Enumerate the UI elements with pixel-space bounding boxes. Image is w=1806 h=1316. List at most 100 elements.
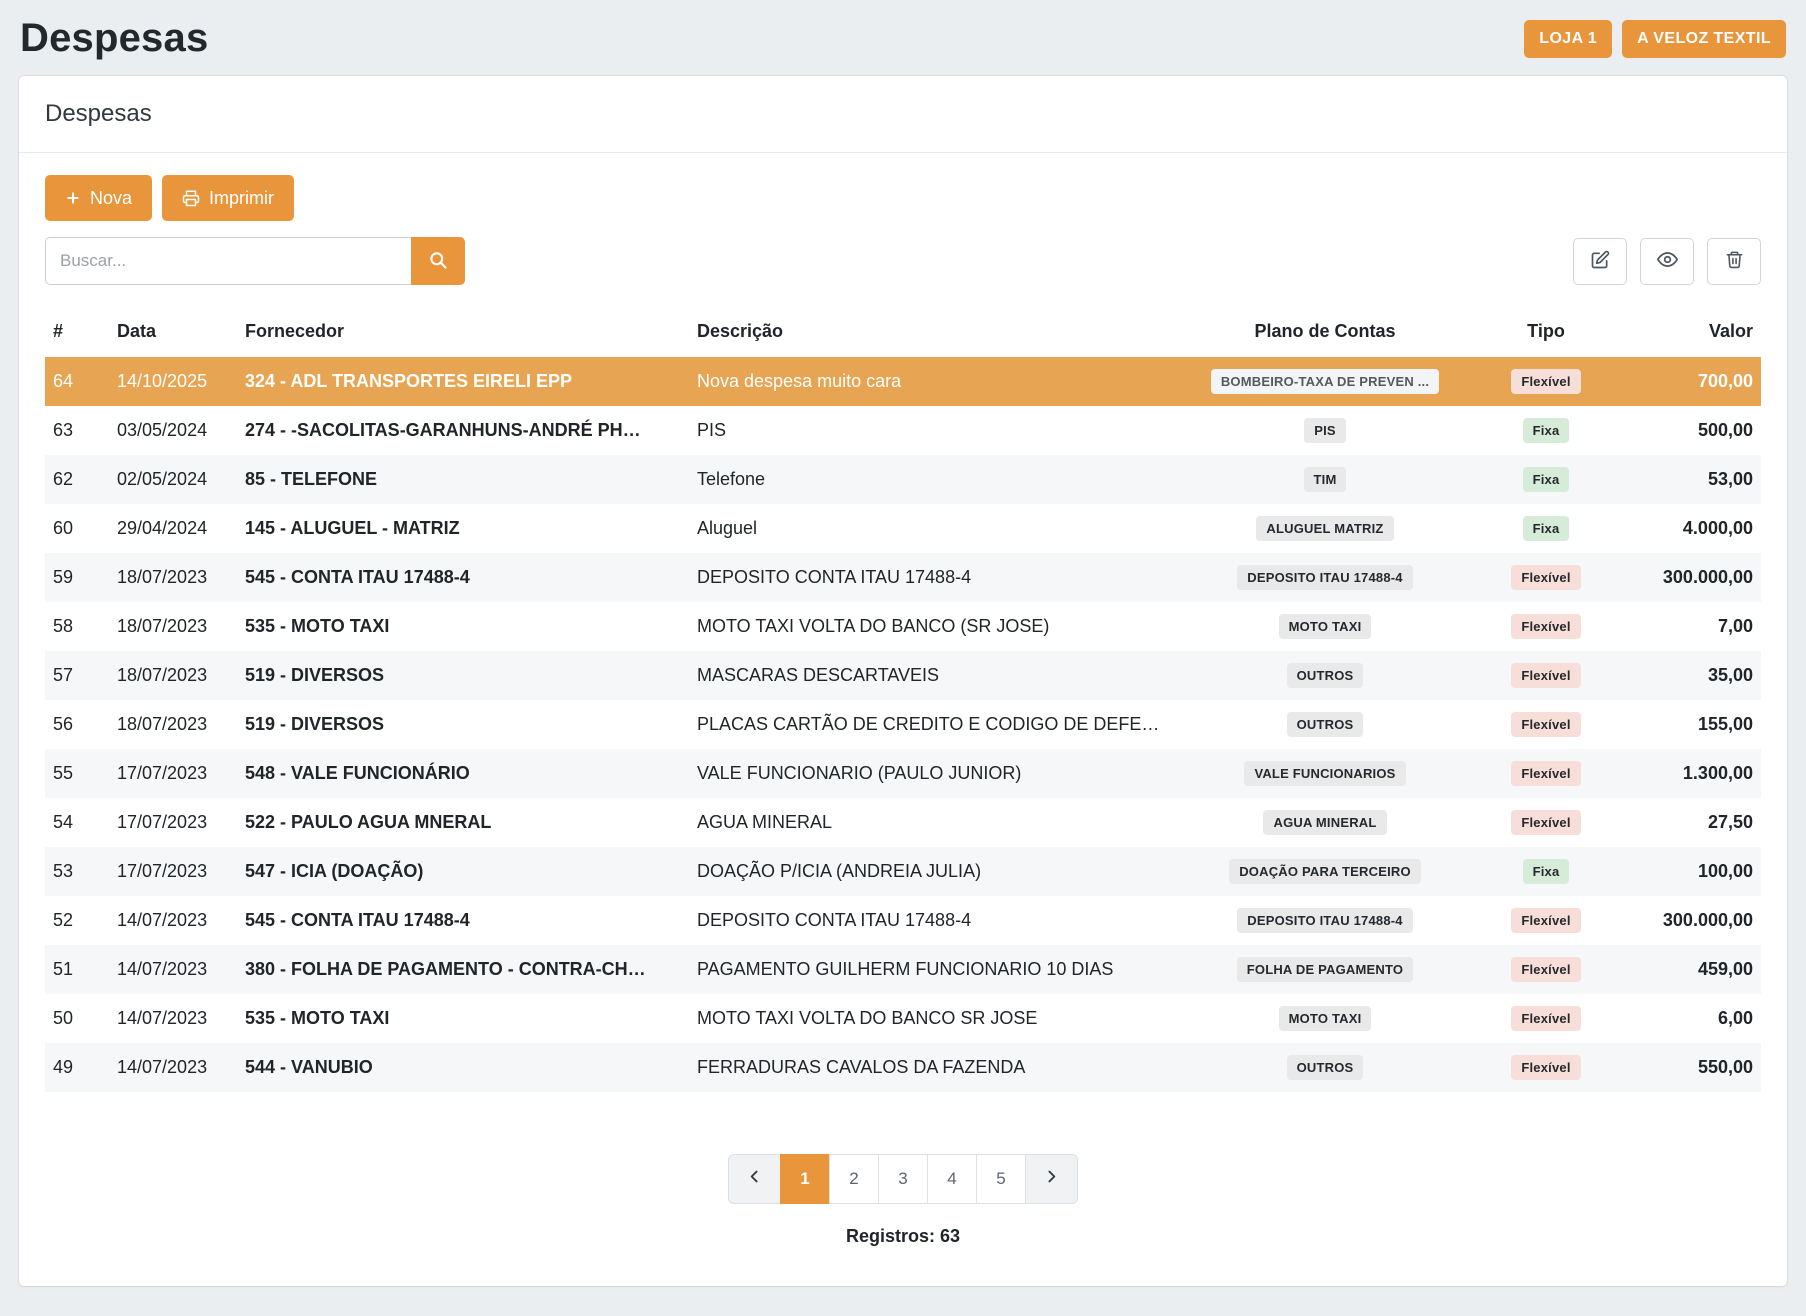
column-header-fornecedor[interactable]: Fornecedor <box>237 309 689 357</box>
edit-button[interactable] <box>1573 238 1627 285</box>
cell-plano-de-contas: VALE FUNCIONARIOS <box>1175 749 1475 798</box>
cell-tipo: Flexível <box>1475 749 1617 798</box>
row-action-buttons <box>1573 238 1761 285</box>
plano-de-contas-badge: DEPOSITO ITAU 17488-4 <box>1237 565 1412 590</box>
pagination-page-5[interactable]: 5 <box>976 1154 1026 1204</box>
store-button-loja-1[interactable]: LOJA 1 <box>1524 20 1612 58</box>
printer-icon <box>182 189 200 207</box>
cell-plano-de-contas: FOLHA DE PAGAMENTO <box>1175 945 1475 994</box>
column-header-valor[interactable]: Valor <box>1617 309 1761 357</box>
cell-descricao: MOTO TAXI VOLTA DO BANCO SR JOSE <box>689 994 1175 1043</box>
cell-id: 51 <box>45 945 109 994</box>
table-row[interactable]: 5517/07/2023548 - VALE FUNCIONÁRIOVALE F… <box>45 749 1761 798</box>
table-row[interactable]: 4914/07/2023544 - VANUBIOFERRADURAS CAVA… <box>45 1043 1761 1092</box>
cell-valor: 35,00 <box>1617 651 1761 700</box>
cell-id: 52 <box>45 896 109 945</box>
cell-tipo: Flexível <box>1475 700 1617 749</box>
cell-tipo: Fixa <box>1475 406 1617 455</box>
cell-plano-de-contas: AGUA MINERAL <box>1175 798 1475 847</box>
plano-de-contas-badge: OUTROS <box>1287 712 1364 737</box>
table-row[interactable]: 5114/07/2023380 - FOLHA DE PAGAMENTO - C… <box>45 945 1761 994</box>
plus-icon <box>65 190 81 206</box>
store-button-a-veloz-textil[interactable]: A VELOZ TEXTIL <box>1622 20 1786 58</box>
cell-date: 18/07/2023 <box>109 553 237 602</box>
cell-tipo: Flexível <box>1475 896 1617 945</box>
cell-valor: 1.300,00 <box>1617 749 1761 798</box>
table-row[interactable]: 6303/05/2024274 - -SACOLITAS-GARANHUNS-A… <box>45 406 1761 455</box>
cell-plano-de-contas: TIM <box>1175 455 1475 504</box>
view-button[interactable] <box>1640 238 1694 285</box>
cell-fornecedor: 545 - CONTA ITAU 17488-4 <box>237 896 689 945</box>
table-row[interactable]: 5214/07/2023545 - CONTA ITAU 17488-4 DEPO… <box>45 896 1761 945</box>
cell-tipo: Flexível <box>1475 1043 1617 1092</box>
search-input[interactable] <box>45 237 411 285</box>
cell-fornecedor: 274 - -SACOLITAS-GARANHUNS-ANDRÉ PH… <box>237 406 689 455</box>
cell-valor: 459,00 <box>1617 945 1761 994</box>
cell-descricao: PIS <box>689 406 1175 455</box>
cell-date: 14/07/2023 <box>109 896 237 945</box>
table-row[interactable]: 5718/07/2023519 - DIVERSOSMASCARAS DESCA… <box>45 651 1761 700</box>
cell-id: 56 <box>45 700 109 749</box>
tipo-badge: Fixa <box>1523 516 1570 541</box>
pagination-prev-button[interactable] <box>728 1154 781 1204</box>
table-row[interactable]: 6202/05/202485 - TELEFONETelefoneTIMFixa… <box>45 455 1761 504</box>
plano-de-contas-badge: MOTO TAXI <box>1279 1006 1372 1031</box>
table-row[interactable]: 5417/07/2023522 - PAULO AGUA MNERALAGUA … <box>45 798 1761 847</box>
column-header-plano-de-contas[interactable]: Plano de Contas <box>1175 309 1475 357</box>
cell-id: 50 <box>45 994 109 1043</box>
tipo-badge: Flexível <box>1511 761 1580 786</box>
cell-id: 59 <box>45 553 109 602</box>
cell-descricao: PLACAS CARTÃO DE CREDITO E CODIGO DE DEF… <box>689 700 1175 749</box>
search-button[interactable] <box>411 237 465 285</box>
tipo-badge: Flexível <box>1511 810 1580 835</box>
delete-button[interactable] <box>1707 238 1761 285</box>
pagination-next-button[interactable] <box>1025 1154 1078 1204</box>
expenses-card: Despesas Nova Imprimir <box>18 75 1788 1287</box>
column-header-tipo[interactable]: Tipo <box>1475 309 1617 357</box>
table-row[interactable]: 6029/04/2024145 - ALUGUEL - MATRIZAlugue… <box>45 504 1761 553</box>
chevron-left-icon <box>746 1168 763 1190</box>
card-title: Despesas <box>45 100 152 127</box>
cell-date: 02/05/2024 <box>109 455 237 504</box>
table-row[interactable]: 5317/07/2023547 - ICIA (DOAÇÃO)DOAÇÃO P/… <box>45 847 1761 896</box>
table-row[interactable]: 6414/10/2025324 - ADL TRANSPORTES EIRELI… <box>45 357 1761 406</box>
pagination: 1 2 3 4 5 <box>728 1154 1078 1204</box>
column-header-descricao[interactable]: Descrição <box>689 309 1175 357</box>
page-header: Despesas LOJA 1 A VELOZ TEXTIL <box>0 0 1806 75</box>
cell-id: 53 <box>45 847 109 896</box>
page-title: Despesas <box>20 16 208 61</box>
cell-fornecedor: 519 - DIVERSOS <box>237 651 689 700</box>
new-expense-button[interactable]: Nova <box>45 175 152 221</box>
pagination-page-3[interactable]: 3 <box>878 1154 928 1204</box>
cell-fornecedor: 545 - CONTA ITAU 17488-4 <box>237 553 689 602</box>
plano-de-contas-badge: AGUA MINERAL <box>1263 810 1386 835</box>
cell-plano-de-contas: DEPOSITO ITAU 17488-4 <box>1175 896 1475 945</box>
plano-de-contas-badge: VALE FUNCIONARIOS <box>1244 761 1405 786</box>
table-row[interactable]: 5918/07/2023545 - CONTA ITAU 17488-4 DEPO… <box>45 553 1761 602</box>
cell-fornecedor: 522 - PAULO AGUA MNERAL <box>237 798 689 847</box>
print-button[interactable]: Imprimir <box>162 175 294 221</box>
column-header-data[interactable]: Data <box>109 309 237 357</box>
table-row[interactable]: 5818/07/2023535 - MOTO TAXIMOTO TAXI VOL… <box>45 602 1761 651</box>
cell-descricao: MASCARAS DESCARTAVEIS <box>689 651 1175 700</box>
cell-valor: 100,00 <box>1617 847 1761 896</box>
cell-descricao: MOTO TAXI VOLTA DO BANCO (SR JOSE) <box>689 602 1175 651</box>
cell-date: 14/07/2023 <box>109 994 237 1043</box>
cell-tipo: Flexível <box>1475 798 1617 847</box>
eye-icon <box>1657 249 1678 273</box>
column-header-id[interactable]: # <box>45 309 109 357</box>
plano-de-contas-badge: BOMBEIRO-TAXA DE PREVEN ... <box>1211 369 1439 394</box>
cell-plano-de-contas: OUTROS <box>1175 700 1475 749</box>
tipo-badge: Flexível <box>1511 908 1580 933</box>
cell-valor: 700,00 <box>1617 357 1761 406</box>
tipo-badge: Flexível <box>1511 663 1580 688</box>
tipo-badge: Flexível <box>1511 565 1580 590</box>
cell-date: 29/04/2024 <box>109 504 237 553</box>
table-row[interactable]: 5014/07/2023535 - MOTO TAXIMOTO TAXI VOL… <box>45 994 1761 1043</box>
pagination-page-4[interactable]: 4 <box>927 1154 977 1204</box>
cell-plano-de-contas: OUTROS <box>1175 1043 1475 1092</box>
pagination-page-1[interactable]: 1 <box>780 1154 830 1204</box>
page: Despesas LOJA 1 A VELOZ TEXTIL Despesas … <box>0 0 1806 1287</box>
table-row[interactable]: 5618/07/2023519 - DIVERSOSPLACAS CARTÃO … <box>45 700 1761 749</box>
pagination-page-2[interactable]: 2 <box>829 1154 879 1204</box>
